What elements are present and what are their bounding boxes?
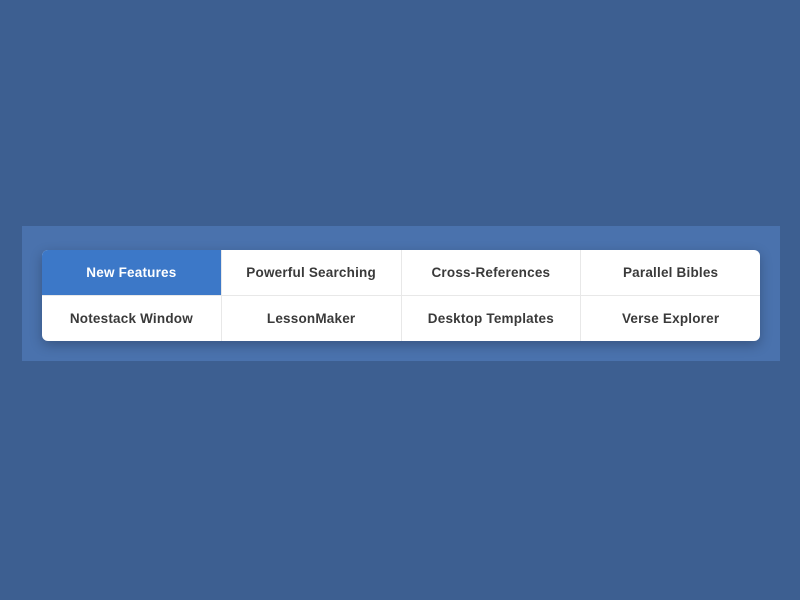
tabs-row-1: New Features Powerful Searching Cross-Re… <box>42 250 760 296</box>
tab-verse-explorer[interactable]: Verse Explorer <box>581 296 760 341</box>
content-panel: New Features Powerful Searching Cross-Re… <box>22 226 780 361</box>
tab-parallel-bibles[interactable]: Parallel Bibles <box>581 250 760 295</box>
tab-powerful-searching[interactable]: Powerful Searching <box>222 250 402 295</box>
tab-desktop-templates[interactable]: Desktop Templates <box>402 296 582 341</box>
tabs-row-2: Notestack Window LessonMaker Desktop Tem… <box>42 296 760 341</box>
tabs-container: New Features Powerful Searching Cross-Re… <box>42 250 760 341</box>
tab-new-features[interactable]: New Features <box>42 250 222 295</box>
tab-notestack-window[interactable]: Notestack Window <box>42 296 222 341</box>
tab-lessonmaker[interactable]: LessonMaker <box>222 296 402 341</box>
tab-cross-references[interactable]: Cross-References <box>402 250 582 295</box>
